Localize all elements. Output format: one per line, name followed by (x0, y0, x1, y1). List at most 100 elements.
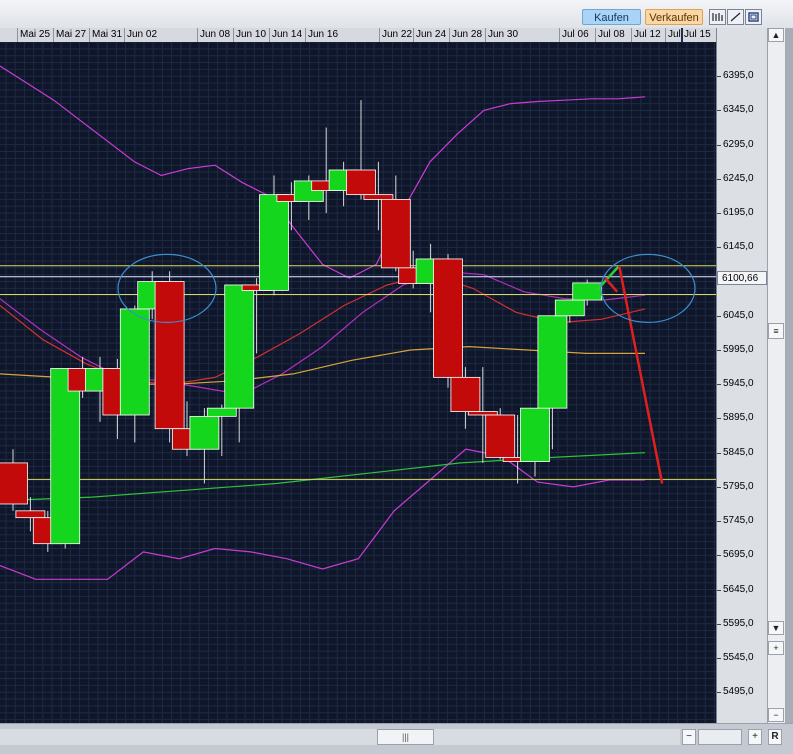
price-tick-label: 5995,0 (723, 343, 754, 355)
candle-bearish (346, 169, 376, 196)
candlestick-chart (0, 42, 716, 723)
price-tick (717, 623, 721, 625)
date-tick-label: Mai 27 (56, 29, 87, 40)
date-tick-separator (197, 28, 198, 42)
date-tick-separator (631, 28, 632, 42)
candle-bullish (537, 315, 568, 409)
price-tick-label: 6145,0 (723, 241, 754, 253)
date-tick-label: Jul 08 (598, 29, 625, 40)
buy-button[interactable]: Kaufen (582, 9, 641, 25)
price-tick-label: 5795,0 (723, 480, 754, 492)
price-tick (717, 418, 721, 420)
date-tick-label: Jul 06 (562, 29, 589, 40)
price-tick-label: 6245,0 (723, 172, 754, 184)
chart-plot-area (0, 42, 716, 723)
date-tick-separator (595, 28, 596, 42)
date-tick-label: Jun 08 (200, 29, 231, 40)
current-price-label: 6100,66 (717, 270, 767, 285)
candle-bearish (154, 281, 185, 430)
toolbar: Kaufen Verkaufen (0, 0, 793, 28)
date-tick-label: Jun 10 (236, 29, 267, 40)
vertical-scroll-thumb[interactable]: ≡ (768, 323, 784, 339)
horizontal-scrollbar[interactable]: ||| (0, 729, 680, 745)
date-tick-separator (53, 28, 54, 42)
vertical-scrollbar[interactable]: ▲ ≡ ▼ + − (767, 28, 785, 723)
price-tick-label: 5595,0 (723, 617, 754, 629)
candle-bearish (433, 258, 463, 378)
candle-bearish (363, 194, 394, 200)
horizontal-zoom-in-button[interactable]: + (748, 729, 762, 745)
sell-button[interactable]: Verkaufen (645, 9, 703, 25)
candle-bullish (206, 407, 237, 417)
scroll-up-button[interactable]: ▲ (768, 28, 784, 42)
date-tick-separator (665, 28, 666, 42)
date-tick-separator (681, 28, 683, 42)
price-tick (717, 110, 721, 112)
date-tick-label: Jun 16 (308, 29, 339, 40)
date-tick-label: Jul (668, 29, 681, 40)
price-tick-label: 5695,0 (723, 549, 754, 561)
date-tick-separator (485, 28, 486, 42)
date-tick-separator (449, 28, 450, 42)
price-tick-label: 6195,0 (723, 207, 754, 219)
date-tick-label: Mai 25 (20, 29, 51, 40)
date-tick-label: Jun 28 (452, 29, 483, 40)
price-tick (717, 486, 721, 488)
date-tick-label: Jul 15 (684, 29, 711, 40)
price-tick-label: 5495,0 (723, 686, 754, 698)
price-tick-label: 5545,0 (723, 651, 754, 663)
date-tick-separator (269, 28, 270, 42)
price-axis: 6100,66 6395,0 6345,0 6295,0 6245,0 6195,0 61… (716, 28, 767, 723)
price-tick (717, 76, 721, 78)
candle-bearish (485, 414, 516, 458)
date-tick-label: Jul 12 (634, 29, 661, 40)
price-tick (717, 144, 721, 146)
price-tick (717, 178, 721, 180)
window-icon[interactable] (745, 9, 762, 25)
candlestick-icon[interactable] (709, 9, 726, 25)
date-tick-label: Mai 31 (92, 29, 123, 40)
price-tick (717, 657, 721, 659)
price-tick-label: 6295,0 (723, 138, 754, 150)
reset-button[interactable]: R (768, 729, 782, 745)
horizontal-zoom-slider[interactable] (698, 729, 742, 745)
date-tick-separator (17, 28, 18, 42)
price-tick-label: 5645,0 (723, 583, 754, 595)
candle-bearish (0, 462, 28, 505)
price-tick (717, 349, 721, 351)
horizontal-zoom-out-button[interactable]: − (682, 729, 696, 745)
candle-bullish (224, 284, 255, 409)
price-tick-label: 6395,0 (723, 70, 754, 82)
zoom-out-button[interactable]: − (768, 708, 784, 722)
date-axis: Mai 25 Mai 27 Mai 31 Jun 02 Jun 08 Jun 10 Jun … (0, 28, 716, 43)
price-tick-label: 5895,0 (723, 412, 754, 424)
price-tick-label: 6045,0 (723, 309, 754, 321)
date-tick-label: Jun 14 (272, 29, 303, 40)
candle-bullish (554, 299, 585, 317)
candle-bullish (259, 194, 289, 291)
price-tick (717, 384, 721, 386)
horizontal-scroll-thumb[interactable]: ||| (377, 729, 434, 745)
candle-bullish (119, 308, 150, 416)
date-tick-separator (379, 28, 380, 42)
price-tick (717, 247, 721, 249)
date-tick-label: Jun 30 (488, 29, 519, 40)
scroll-down-button[interactable]: ▼ (768, 621, 784, 635)
date-tick-separator (413, 28, 414, 42)
price-tick-label: 6345,0 (723, 104, 754, 116)
candle-bearish (467, 411, 498, 416)
candle-bullish (572, 282, 603, 301)
draw-line-icon[interactable] (727, 9, 744, 25)
price-tick (717, 555, 721, 557)
price-tick (717, 452, 721, 454)
candle-bullish (50, 368, 81, 545)
candle-bearish (15, 510, 46, 519)
price-tick-label: 5845,0 (723, 446, 754, 458)
date-tick-label: Jun 24 (416, 29, 447, 40)
zoom-in-button[interactable]: + (768, 641, 784, 655)
date-tick-separator (233, 28, 234, 42)
window-edge (785, 28, 793, 753)
forecast-dip-line (604, 277, 619, 293)
price-tick (717, 521, 721, 523)
price-tick (717, 692, 721, 694)
